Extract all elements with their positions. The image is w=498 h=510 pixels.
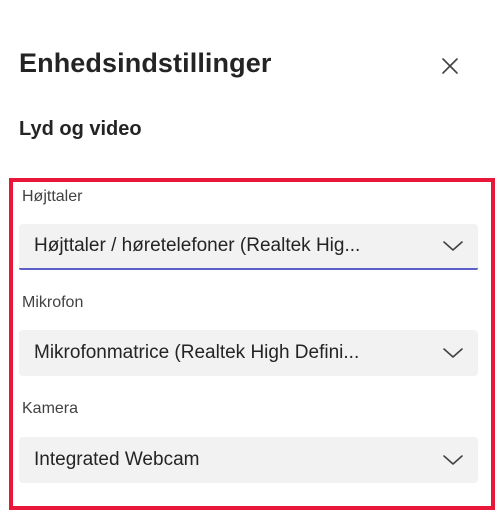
camera-dropdown[interactable]: Integrated Webcam	[19, 437, 478, 483]
dialog-title: Enhedsindstillinger	[19, 48, 272, 78]
camera-label: Kamera	[22, 400, 79, 417]
microphone-label: Mikrofon	[22, 294, 84, 311]
chevron-down-icon	[443, 455, 463, 465]
close-button[interactable]	[436, 52, 464, 80]
speaker-label: Højttaler	[22, 188, 83, 205]
chevron-down-icon	[443, 241, 463, 251]
speaker-dropdown-value: Højttaler / høretelefoner (Realtek Hig..…	[34, 235, 361, 256]
close-icon	[442, 58, 458, 74]
device-settings-panel: Enhedsindstillinger Lyd og video Højttal…	[0, 0, 498, 510]
microphone-dropdown-value: Mikrofonmatrice (Realtek High Defini...	[34, 342, 360, 363]
camera-dropdown-value: Integrated Webcam	[34, 449, 200, 470]
section-title-audio-video: Lyd og video	[19, 118, 142, 140]
chevron-down-icon	[443, 348, 463, 358]
speaker-dropdown[interactable]: Højttaler / høretelefoner (Realtek Hig..…	[19, 224, 478, 270]
microphone-dropdown[interactable]: Mikrofonmatrice (Realtek High Defini...	[19, 330, 478, 376]
